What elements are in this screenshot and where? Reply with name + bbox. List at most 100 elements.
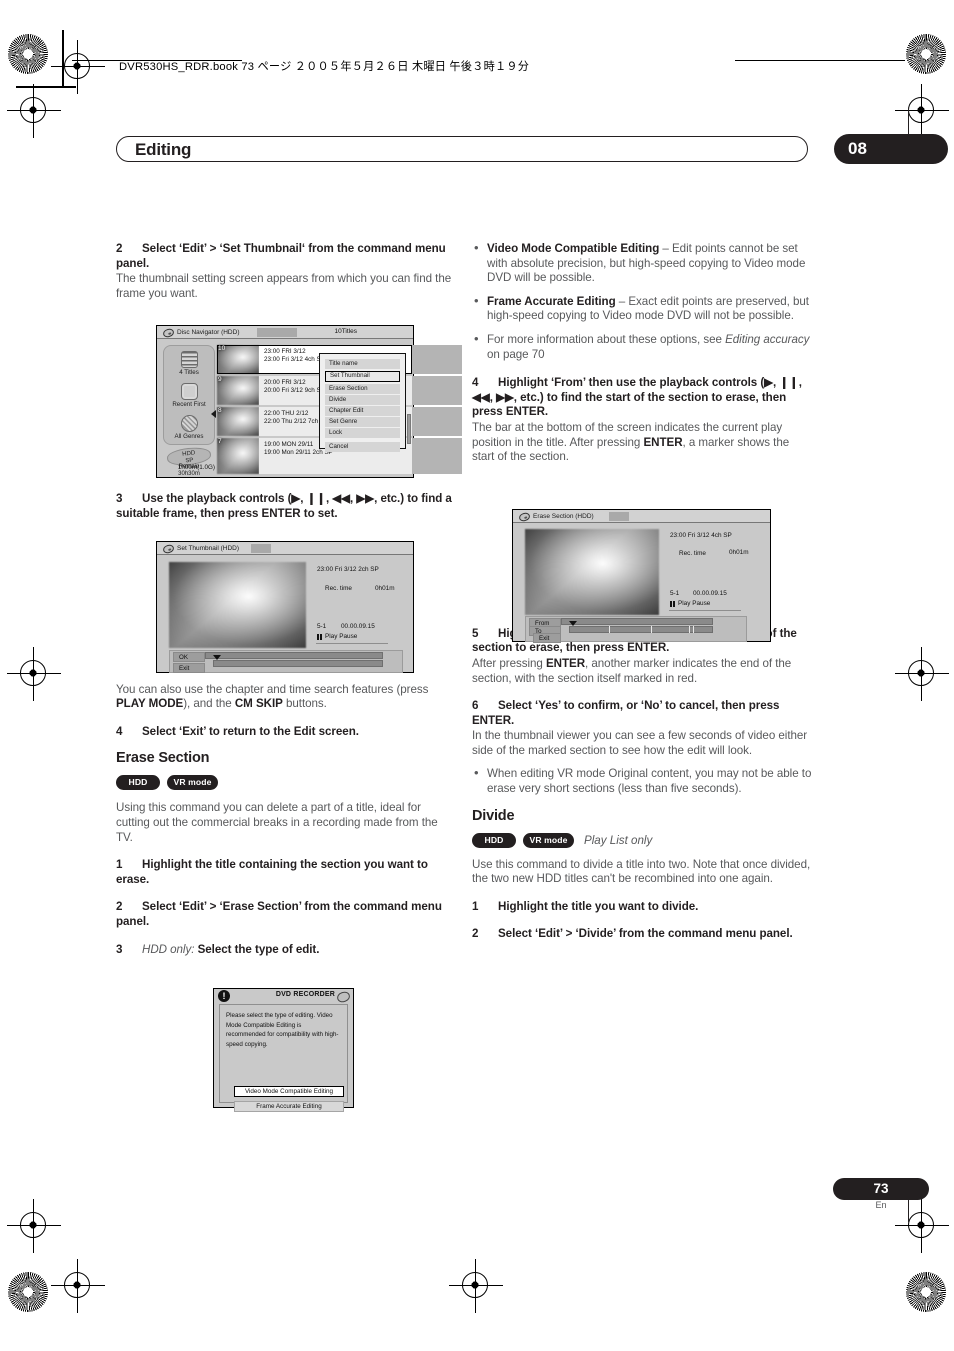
playhead-cursor-icon[interactable] xyxy=(569,621,577,626)
frame-accurate-editing-button[interactable]: Frame Accurate Editing xyxy=(234,1101,344,1112)
dialog-message: Please select the type of editing. Video… xyxy=(226,1012,339,1048)
exit-button[interactable]: Exit xyxy=(173,663,205,673)
right-step-5-enter-key: ENTER xyxy=(546,656,586,670)
setthumb-progress-track[interactable] xyxy=(205,652,383,659)
page-language: En xyxy=(875,1200,887,1210)
command-menu-panel: Title name Set Thumbnail Erase Section D… xyxy=(319,353,406,452)
registration-target-5 xyxy=(895,647,949,701)
sidebar-item-titles[interactable]: 4 Titles xyxy=(164,351,214,376)
progress-tick xyxy=(693,626,694,633)
menu-item-lock[interactable]: Lock xyxy=(325,428,400,438)
setthumb-titlebar: Set Thumbnail (HDD) xyxy=(157,542,413,555)
navigator-remain-value: 30h30m xyxy=(178,471,200,477)
navigator-sidebar: 4 Titles Recent First All Genres xyxy=(163,345,215,445)
erase-step-1: 1 Highlight the title containing the sect… xyxy=(116,858,456,887)
disc-icon xyxy=(335,989,352,1004)
row-number: 9 xyxy=(218,376,222,383)
divide-step-2: 2 Select ‘Edit’ > ‘Divide’ from the comma… xyxy=(472,927,812,942)
sidebar-item-titles-label: 4 Titles xyxy=(179,369,199,376)
menu-item-cancel[interactable]: Cancel xyxy=(325,442,400,452)
registration-target-4 xyxy=(7,647,61,701)
registration-target-7 xyxy=(895,1199,949,1253)
header-rule-right xyxy=(735,60,905,61)
playhead-cursor-icon[interactable] xyxy=(213,655,221,660)
ok-button[interactable]: OK xyxy=(173,652,205,662)
registration-target-1 xyxy=(51,40,105,94)
registration-target-9 xyxy=(449,1259,503,1313)
crop-mark-topleft-h xyxy=(16,86,76,88)
chapter-title-pill: Editing xyxy=(116,136,808,162)
row-side-fill xyxy=(412,345,462,374)
disc-icon xyxy=(162,326,175,339)
registration-target-8 xyxy=(51,1259,105,1313)
sidebar-item-all-genres[interactable]: All Genres xyxy=(164,415,214,440)
row-side-fill xyxy=(412,438,462,474)
genre-icon xyxy=(180,415,198,432)
dialog-body: Please select the type of editing. Video… xyxy=(219,1004,348,1112)
registration-sunburst-topright xyxy=(906,34,946,74)
erase-step-3-number: 3 xyxy=(116,942,123,956)
erase-step-2-number: 2 xyxy=(116,900,123,914)
left-step-2: 2 Select ‘Edit’ > ‘Set Thumbnail‘ from th… xyxy=(116,242,456,271)
setthumb-divider xyxy=(316,643,388,644)
right-step-4-body: The bar at the bottom of the screen indi… xyxy=(472,421,812,465)
divide-step-1-number: 1 xyxy=(472,899,479,913)
bullet-frame-accurate: Frame Accurate Editing – Exact edit poin… xyxy=(472,294,812,324)
navigator-scrollbar[interactable] xyxy=(407,414,411,444)
progress-tick xyxy=(651,626,652,633)
erase-progress-track[interactable] xyxy=(561,618,713,625)
setthumb-progress-track-2[interactable] xyxy=(213,660,383,667)
erase-step-3-text: Select the type of edit. xyxy=(197,942,320,956)
left-step-2-body: The thumbnail setting screen appears fro… xyxy=(116,272,452,300)
menu-item-erase-section[interactable]: Erase Section xyxy=(325,384,400,394)
progress-tick xyxy=(689,626,690,633)
menu-item-set-thumbnail[interactable]: Set Thumbnail xyxy=(325,371,400,382)
left-step-3: 3 Use the playback controls (▶, ❙❙, ◀◀, ▶… xyxy=(116,492,456,521)
divide-body: Use this command to divide a title into … xyxy=(472,857,811,886)
menu-item-title-name[interactable]: Title name xyxy=(325,359,400,369)
left-step-2-text: Select ‘Edit’ > ‘Set Thumbnail‘ from the… xyxy=(116,242,446,270)
bullet-see-also: For more information about these options… xyxy=(472,332,812,362)
square-icon xyxy=(180,383,198,400)
setthumb-timecode: 00.00.09.15 xyxy=(341,623,375,630)
sidebar-item-recent-first-label: Recent First xyxy=(172,401,206,408)
registration-sunburst-topleft xyxy=(8,34,48,74)
bullet-video-mode-compatible-term: Video Mode Compatible Editing xyxy=(487,242,660,255)
left-step-2-number: 2 xyxy=(116,242,123,255)
row-number: 8 xyxy=(218,407,222,414)
sidebar-item-recent-first[interactable]: Recent First xyxy=(164,383,214,408)
badge-hdd-divide: HDD xyxy=(472,832,516,848)
row-number: 10 xyxy=(218,345,226,352)
right-step-4: 4 Highlight ‘From’ then use the playback … xyxy=(472,376,812,420)
erase-step-3: 3 HDD only: Select the type of edit. xyxy=(116,943,456,958)
erase-step-3-italic: HDD only: xyxy=(142,942,195,956)
registration-target-2 xyxy=(7,84,61,138)
disc-icon xyxy=(518,510,531,523)
bullet-frame-accurate-term: Frame Accurate Editing xyxy=(487,294,616,308)
badge-hdd: HDD xyxy=(116,775,160,791)
row-thumbnail xyxy=(217,407,259,436)
erase-section-badges: HDD VR mode xyxy=(116,775,456,791)
right-step-5-number: 5 xyxy=(472,626,479,640)
erase-titlebar-fill xyxy=(609,512,629,521)
crop-mark-topleft-v xyxy=(62,30,64,88)
menu-item-chapter-edit[interactable]: Chapter Edit xyxy=(325,406,400,416)
erase-transport-status: Play Pause xyxy=(678,600,711,607)
exit-button[interactable]: Exit xyxy=(533,633,561,643)
video-thumbnail xyxy=(169,562,306,648)
video-mode-compatible-editing-button[interactable]: Video Mode Compatible Editing xyxy=(234,1086,344,1097)
registration-target-6 xyxy=(7,1199,61,1253)
bullet-see-also-pre: For more information about these options… xyxy=(487,332,726,346)
section-heading-divide: Divide xyxy=(472,807,515,824)
menu-item-set-genre[interactable]: Set Genre xyxy=(325,417,400,427)
page-title: Editing xyxy=(135,140,192,159)
divide-step-2-number: 2 xyxy=(472,927,479,941)
left-note-a: You can also use the chapter and time se… xyxy=(116,682,429,696)
menu-item-divide[interactable]: Divide xyxy=(325,395,400,405)
setthumb-transport-status: Play Pause xyxy=(325,633,358,640)
erase-progress-track-2[interactable] xyxy=(569,626,713,633)
right-step-4-enter-key: ENTER xyxy=(643,435,683,449)
screenshot-erase-section: Erase Section (HDD) 23:00 Fri 3/12 4ch S… xyxy=(512,509,771,643)
row-thumbnail xyxy=(217,438,259,474)
